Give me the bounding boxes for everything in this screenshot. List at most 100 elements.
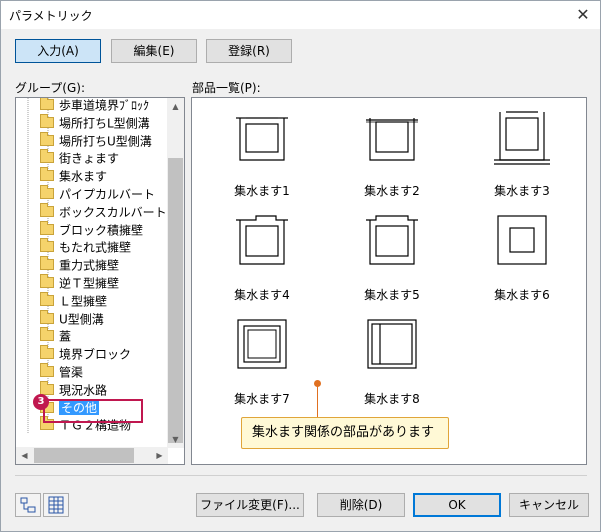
part-label: 集水ます5 — [364, 288, 420, 302]
ok-button[interactable]: OK — [413, 493, 501, 517]
horizontal-scrollbar[interactable]: ◀ ▶ — [16, 447, 168, 464]
tree-item-label: Ｌ型擁壁 — [59, 294, 108, 309]
tree-item[interactable]: U型側溝 — [40, 309, 104, 328]
tree-item[interactable]: 集水ます — [40, 167, 107, 185]
part-item-8[interactable]: 集水ます8 — [337, 316, 447, 406]
folder-icon — [40, 220, 54, 235]
part-item-2[interactable]: 集水ます2 — [337, 108, 447, 198]
catch-basin-8-icon — [367, 319, 417, 369]
folder-icon — [40, 202, 54, 217]
tree-item-label: 重力式擁壁 — [59, 258, 120, 273]
tree-item[interactable]: 重力式擁壁 — [40, 256, 119, 274]
selection-highlight-box — [43, 399, 143, 423]
folder-icon — [40, 291, 54, 306]
tree-item-label: ブロック積擁壁 — [59, 223, 144, 238]
part-label: 集水ます3 — [494, 184, 550, 198]
tree-item[interactable]: パイプカルバート — [40, 185, 155, 203]
tab-input[interactable]: 入力(A) — [15, 39, 101, 63]
tree-item-label: 逆Ｔ型擁壁 — [59, 276, 120, 291]
part-item-4[interactable]: 集水ます4 — [207, 212, 317, 302]
file-change-button[interactable]: ファイル変更(F)... — [196, 493, 304, 517]
part-label: 集水ます6 — [494, 288, 550, 302]
tree-item-label: 場所打ちU型側溝 — [59, 134, 152, 149]
tab-register[interactable]: 登録(R) — [206, 39, 292, 63]
folder-icon — [40, 327, 54, 342]
close-icon[interactable]: ✕ — [572, 4, 594, 26]
hscroll-thumb[interactable] — [34, 448, 134, 463]
tree-item[interactable]: ブロック積擁壁 — [40, 220, 144, 239]
part-item-3[interactable]: 集水ます3 — [467, 108, 577, 198]
catch-basin-2-icon — [366, 118, 418, 161]
part-label: 集水ます7 — [234, 392, 290, 406]
tree-item[interactable]: 場所打ちU型側溝 — [40, 131, 152, 150]
title-bar: パラメトリック ✕ — [1, 1, 600, 29]
catch-basin-1-icon — [236, 117, 288, 161]
tree-item[interactable]: 境界ブロック — [40, 345, 131, 363]
folder-icon — [40, 131, 54, 146]
folder-icon — [40, 185, 54, 199]
tree-item-label: 管渠 — [59, 365, 84, 380]
scroll-left-icon[interactable]: ◀ — [16, 447, 33, 464]
folder-icon — [40, 363, 54, 377]
step-number-badge: 3 — [33, 394, 49, 410]
tab-edit[interactable]: 編集(E) — [111, 39, 197, 63]
tree-item-label: パイプカルバート — [59, 187, 156, 202]
parametric-dialog: パラメトリック ✕ 入力(A) 編集(E) 登録(R) グループ(G): 部品一… — [0, 0, 601, 532]
folder-icon — [40, 345, 54, 360]
tree-item-label: 街きょます — [59, 151, 120, 166]
tree-item[interactable]: ボックスカルバート — [40, 202, 167, 221]
tree-item-label: 歩車道境界ﾌﾞﾛｯｸ — [59, 98, 150, 113]
part-item-1[interactable]: 集水ます1 — [207, 108, 317, 198]
part-label: 集水ます4 — [234, 288, 290, 302]
vertical-scrollbar[interactable]: ▲ ▼ — [167, 98, 184, 448]
tree-item-label: ボックスカルバート — [59, 205, 167, 220]
folder-icon — [40, 149, 54, 164]
tree-item[interactable]: 街きょます — [40, 149, 119, 167]
catch-basin-3-icon — [494, 111, 550, 165]
part-item-6[interactable]: 集水ます6 — [467, 212, 577, 302]
tree-item[interactable]: 蓋 — [40, 327, 71, 345]
tree-item-label: もたれ式擁壁 — [59, 240, 132, 255]
tree-item-label: U型側溝 — [59, 312, 104, 327]
tree-item[interactable]: 管渠 — [40, 363, 83, 381]
tree-item[interactable]: Ｌ型擁壁 — [40, 291, 108, 310]
tree-item-label: 蓋 — [59, 329, 72, 344]
parts-list-label: 部品一覧(P): — [192, 81, 261, 95]
part-item-7[interactable]: 集水ます7 — [207, 316, 317, 406]
tree-view-icon — [20, 497, 36, 513]
part-label: 集水ます8 — [364, 392, 420, 406]
tree-item[interactable]: 逆Ｔ型擁壁 — [40, 274, 119, 292]
callout-pointer-line — [317, 384, 318, 417]
scroll-up-icon[interactable]: ▲ — [167, 98, 184, 115]
tree-item[interactable]: 場所打ちL型側溝 — [40, 113, 150, 132]
scroll-down-icon[interactable]: ▼ — [167, 431, 184, 448]
grid-view-icon — [48, 496, 64, 514]
footer-separator — [15, 475, 587, 476]
tree-item[interactable]: 歩車道境界ﾌﾞﾛｯｸ — [40, 98, 149, 114]
window-title: パラメトリック — [9, 9, 93, 23]
tree-item[interactable]: 現況水路 — [40, 380, 107, 399]
cancel-button[interactable]: キャンセル — [509, 493, 589, 517]
part-item-5[interactable]: 集水ます5 — [337, 212, 447, 302]
catch-basin-5-icon — [366, 215, 418, 265]
catch-basin-6-icon — [497, 215, 547, 265]
folder-icon — [40, 309, 54, 324]
rename-tool-button[interactable] — [15, 493, 41, 517]
folder-icon — [40, 167, 54, 182]
catch-basin-4-icon — [236, 215, 288, 265]
delete-button[interactable]: 削除(D) — [317, 493, 405, 517]
tree-item[interactable]: もたれ式擁壁 — [40, 238, 131, 256]
group-label: グループ(G): — [15, 81, 85, 95]
folder-icon — [40, 256, 54, 271]
tree-item-label: 集水ます — [59, 169, 108, 184]
part-label: 集水ます1 — [234, 184, 290, 198]
folder-icon — [40, 98, 54, 110]
scroll-right-icon[interactable]: ▶ — [151, 447, 168, 464]
tree-item-label: 境界ブロック — [59, 347, 132, 362]
list-view-tool-button[interactable] — [43, 493, 69, 517]
callout-note: 集水ます関係の部品があります — [241, 417, 449, 449]
folder-icon — [40, 274, 54, 288]
parts-list[interactable]: 集水ます1 集水ます2 集水ます3 集水ます4 集水ます5 集水ます6 集水ます… — [191, 97, 587, 465]
catch-basin-7-icon — [237, 319, 287, 369]
scroll-thumb[interactable] — [168, 158, 183, 443]
